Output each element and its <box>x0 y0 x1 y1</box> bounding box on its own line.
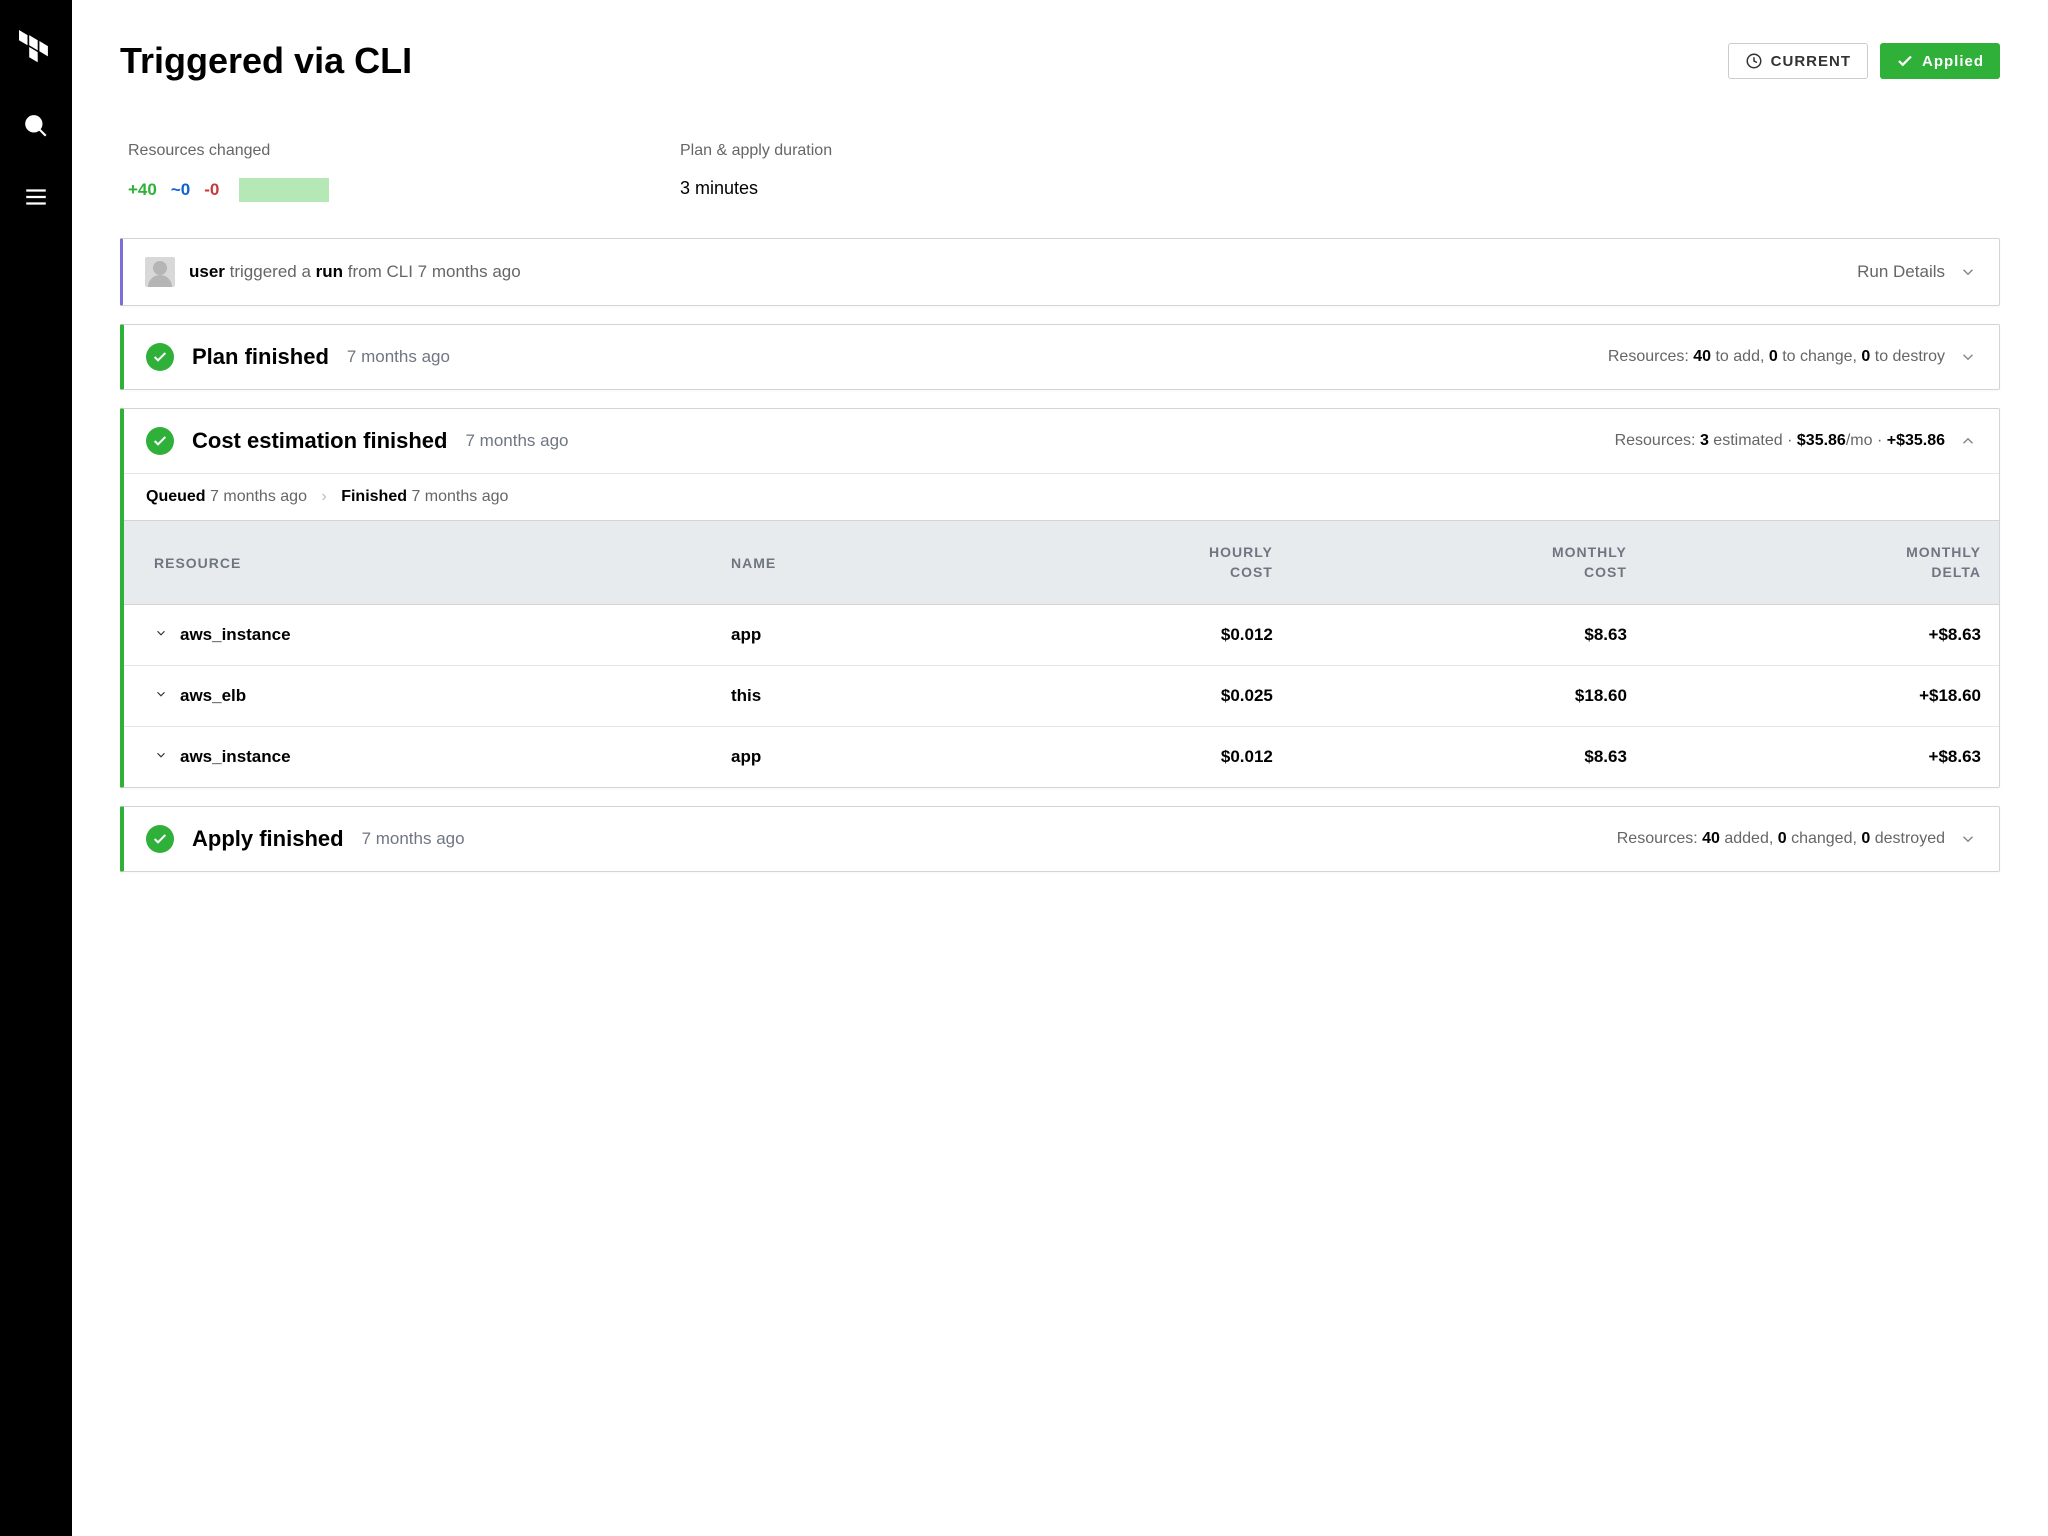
table-row: aws_elbthis$0.025$18.60+$18.60 <box>124 666 1999 727</box>
current-badge: CURRENT <box>1728 43 1868 79</box>
terraform-logo-icon[interactable] <box>19 30 53 73</box>
plan-summary: Resources: 40 to add, 0 to change, 0 to … <box>1608 348 1945 366</box>
cell-name: app <box>713 727 972 788</box>
plan-time: 7 months ago <box>347 347 450 367</box>
table-row: aws_instanceapp$0.012$8.63+$8.63 <box>124 727 1999 788</box>
search-icon[interactable] <box>23 113 49 144</box>
cost-card: Cost estimation finished 7 months ago Re… <box>120 408 2000 788</box>
chevron-down-icon[interactable] <box>1959 830 1977 848</box>
cell-delta: +$18.60 <box>1645 666 1999 727</box>
chevron-down-icon[interactable] <box>154 747 168 767</box>
cell-resource[interactable]: aws_instance <box>124 727 713 788</box>
check-circle-icon <box>146 825 174 853</box>
col-hourly: HOURLYCOST <box>972 521 1291 605</box>
cell-monthly: $8.63 <box>1291 605 1645 666</box>
chevron-down-icon[interactable] <box>1959 263 1977 281</box>
applied-label: Applied <box>1922 53 1984 70</box>
duration-label: Plan & apply duration <box>680 142 832 160</box>
col-delta: MONTHLYDELTA <box>1645 521 1999 605</box>
cell-monthly: $18.60 <box>1291 666 1645 727</box>
apply-summary: Resources: 40 added, 0 changed, 0 destro… <box>1617 830 1945 848</box>
duration-value: 3 minutes <box>680 178 832 199</box>
check-circle-icon <box>146 343 174 371</box>
cell-resource[interactable]: aws_instance <box>124 605 713 666</box>
cell-resource[interactable]: aws_elb <box>124 666 713 727</box>
apply-title: Apply finished <box>192 826 344 852</box>
chevron-down-icon[interactable] <box>154 686 168 706</box>
apply-card: Apply finished 7 months ago Resources: 4… <box>120 806 2000 872</box>
sidebar <box>0 0 72 1536</box>
trigger-card: user triggered a run from CLI 7 months a… <box>120 238 2000 306</box>
cost-title: Cost estimation finished <box>192 428 447 454</box>
cell-name: app <box>713 605 972 666</box>
current-label: CURRENT <box>1771 53 1851 70</box>
main-content: Triggered via CLI CURRENT Applied Resour… <box>72 0 2048 1536</box>
cell-name: this <box>713 666 972 727</box>
check-circle-icon <box>146 427 174 455</box>
col-resource: RESOURCE <box>124 521 713 605</box>
applied-badge: Applied <box>1880 43 2000 79</box>
changed-count: ~0 <box>171 180 190 200</box>
cell-monthly: $8.63 <box>1291 727 1645 788</box>
plan-title: Plan finished <box>192 344 329 370</box>
added-count: +40 <box>128 180 157 200</box>
chevron-up-icon[interactable] <box>1959 432 1977 450</box>
cost-table: RESOURCE NAME HOURLYCOST MONTHLYCOST MON… <box>124 520 1999 787</box>
change-bar <box>239 178 329 202</box>
trigger-text: user triggered a run from CLI 7 months a… <box>189 262 521 282</box>
cost-time: 7 months ago <box>465 431 568 451</box>
chevron-down-icon[interactable] <box>1959 348 1977 366</box>
cell-delta: +$8.63 <box>1645 727 1999 788</box>
check-icon <box>1896 52 1914 70</box>
page-title: Triggered via CLI <box>120 40 412 82</box>
col-monthly: MONTHLYCOST <box>1291 521 1645 605</box>
clock-icon <box>1745 52 1763 70</box>
resources-changed-values: +40 ~0 -0 <box>128 178 329 202</box>
resources-changed-label: Resources changed <box>128 142 680 160</box>
plan-card: Plan finished 7 months ago Resources: 40… <box>120 324 2000 390</box>
run-details-toggle[interactable]: Run Details <box>1857 262 1945 282</box>
menu-icon[interactable] <box>23 184 49 215</box>
cell-delta: +$8.63 <box>1645 605 1999 666</box>
cell-hourly: $0.012 <box>972 727 1291 788</box>
destroyed-count: -0 <box>204 180 219 200</box>
cost-summary: Resources: 3 estimated · $35.86/mo · +$3… <box>1615 432 1945 450</box>
cost-breadcrumb: Queued 7 months ago › Finished 7 months … <box>124 473 1999 520</box>
cell-hourly: $0.012 <box>972 605 1291 666</box>
apply-time: 7 months ago <box>362 829 465 849</box>
cell-hourly: $0.025 <box>972 666 1291 727</box>
col-name: NAME <box>713 521 972 605</box>
table-row: aws_instanceapp$0.012$8.63+$8.63 <box>124 605 1999 666</box>
avatar <box>145 257 175 287</box>
chevron-down-icon[interactable] <box>154 625 168 645</box>
